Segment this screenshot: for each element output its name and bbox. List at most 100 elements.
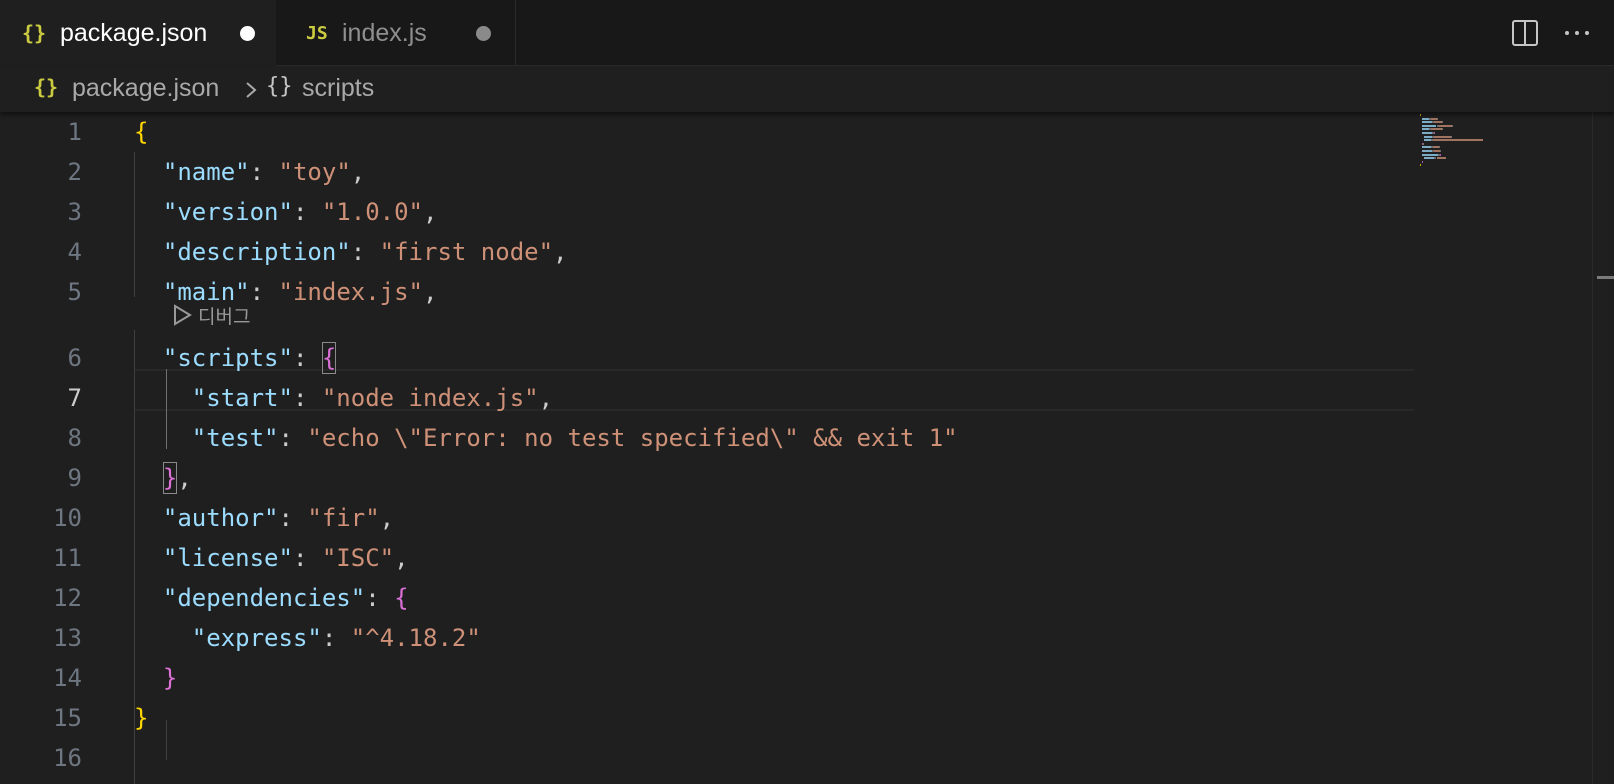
line-code: "version": "1.0.0", <box>134 192 438 232</box>
code-token: : <box>350 238 380 266</box>
code-line[interactable]: 12 "dependencies": { <box>0 578 1414 618</box>
code-line[interactable]: 3 "version": "1.0.0", <box>0 192 1414 232</box>
code-token: , <box>423 278 438 306</box>
code-token: "^4.18.2" <box>350 624 481 652</box>
code-token: , <box>538 384 554 412</box>
code-token: , <box>553 238 568 266</box>
object-symbol-icon: {} <box>266 74 293 99</box>
minimap-stroke <box>1423 142 1425 145</box>
code-token: } <box>162 664 178 692</box>
code-token: "version" <box>162 198 293 226</box>
minimap[interactable] <box>1420 112 1590 784</box>
chevron-right-icon <box>246 82 257 98</box>
breadcrumb: {} package.json {} scripts <box>0 66 1614 112</box>
code-line[interactable]: 11 "license": "ISC", <box>0 538 1414 578</box>
line-number: 11 <box>53 544 82 572</box>
code-token: : <box>292 544 322 572</box>
code-token: "first node" <box>379 238 554 266</box>
code-line[interactable]: 9 }, <box>0 458 1414 498</box>
line-number: 7 <box>67 384 82 412</box>
split-editor-icon <box>1512 20 1538 46</box>
line-number: 6 <box>67 344 82 372</box>
code-line[interactable]: 8 "test": "echo \"Error: no test specifi… <box>0 418 1414 458</box>
minimap-stroke <box>1424 157 1435 160</box>
more-actions-button[interactable] <box>1562 18 1592 48</box>
line-number: 4 <box>67 238 82 266</box>
code-token: "fir" <box>307 504 380 532</box>
minimap-stroke <box>1439 153 1441 156</box>
unsaved-dot-icon[interactable] <box>476 25 491 41</box>
line-code: } <box>134 658 177 698</box>
line-code: "dependencies": { <box>134 578 409 618</box>
code-token: "start" <box>191 384 293 412</box>
line-code: "author": "fir", <box>134 498 394 538</box>
split-editor-button[interactable] <box>1510 18 1540 48</box>
minimap-stroke <box>1422 150 1433 152</box>
code-token: : <box>292 344 322 372</box>
line-code: }, <box>134 458 192 498</box>
tab-label: package.json <box>60 18 208 47</box>
line-number: 2 <box>67 158 82 186</box>
unsaved-dot-icon[interactable] <box>240 25 255 41</box>
breadcrumb-symbol[interactable]: scripts <box>302 74 374 103</box>
code-line[interactable]: 2 "name": "toy", <box>0 152 1414 192</box>
minimap-stroke <box>1424 135 1433 138</box>
line-code: "description": "first node", <box>134 232 568 272</box>
minimap-stroke <box>1451 124 1453 127</box>
code-line[interactable]: 15} <box>0 698 1414 738</box>
line-number: 3 <box>67 198 82 226</box>
minimap-stroke <box>1442 128 1444 131</box>
code-line[interactable]: 16 <box>0 738 1414 778</box>
code-token: "index.js" <box>278 278 424 306</box>
json-file-icon: {} <box>34 75 59 99</box>
code-line[interactable]: 4 "description": "first node", <box>0 232 1414 272</box>
line-number: 12 <box>53 584 82 612</box>
minimap-stroke <box>1450 135 1452 138</box>
breadcrumb-file[interactable]: package.json <box>72 74 219 103</box>
code-token: , <box>350 158 366 186</box>
line-code: "express": "^4.18.2" <box>134 618 481 658</box>
code-token: : <box>249 278 279 306</box>
code-token: "echo \"Error: no test specified\" && ex… <box>307 424 958 452</box>
minimap-stroke <box>1433 139 1483 142</box>
debug-codelens[interactable]: 디버그 <box>172 302 250 328</box>
minimap-stroke <box>1422 153 1438 156</box>
code-token: "dependencies" <box>162 584 366 612</box>
code-token: : <box>278 504 308 532</box>
line-number: 8 <box>67 424 82 452</box>
code-line[interactable]: 7 "start": "node index.js", <box>0 378 1414 418</box>
tab-label: index.js <box>342 18 427 47</box>
code-token: "description" <box>162 238 351 266</box>
code-line[interactable]: 14 } <box>0 658 1414 698</box>
code-line[interactable]: 6 "scripts": { <box>0 338 1414 378</box>
line-number: 15 <box>53 704 82 732</box>
code-line[interactable]: 1{ <box>0 112 1414 152</box>
minimap-stroke <box>1436 117 1438 120</box>
line-code: } <box>134 698 148 738</box>
minimap-stroke <box>1436 157 1447 160</box>
minimap-stroke <box>1422 132 1433 134</box>
code-token: "ISC" <box>321 544 395 572</box>
tab-package-json[interactable]: {} package.json <box>0 0 276 66</box>
code-line[interactable]: 10 "author": "fir", <box>0 498 1414 538</box>
code-token: : <box>292 384 322 412</box>
minimap-stroke <box>1434 135 1451 138</box>
vertical-scrollbar[interactable] <box>1592 112 1614 784</box>
minimap-stroke <box>1431 128 1442 131</box>
minimap-stroke <box>1422 117 1429 120</box>
code-line[interactable]: 13 "express": "^4.18.2" <box>0 618 1414 658</box>
minimap-stroke <box>1438 146 1440 149</box>
more-actions-icon <box>1565 31 1589 35</box>
js-file-icon: JS <box>306 22 328 44</box>
line-code: "start": "node index.js", <box>134 378 553 418</box>
minimap-stroke <box>1422 146 1431 149</box>
code-token: , <box>177 464 192 492</box>
tab-index-js[interactable]: JS index.js <box>276 0 516 66</box>
minimap-stroke <box>1420 114 1422 116</box>
code-editor[interactable]: 1{2 "name": "toy", 3 "version": "1.0.0", 4… <box>0 112 1614 784</box>
